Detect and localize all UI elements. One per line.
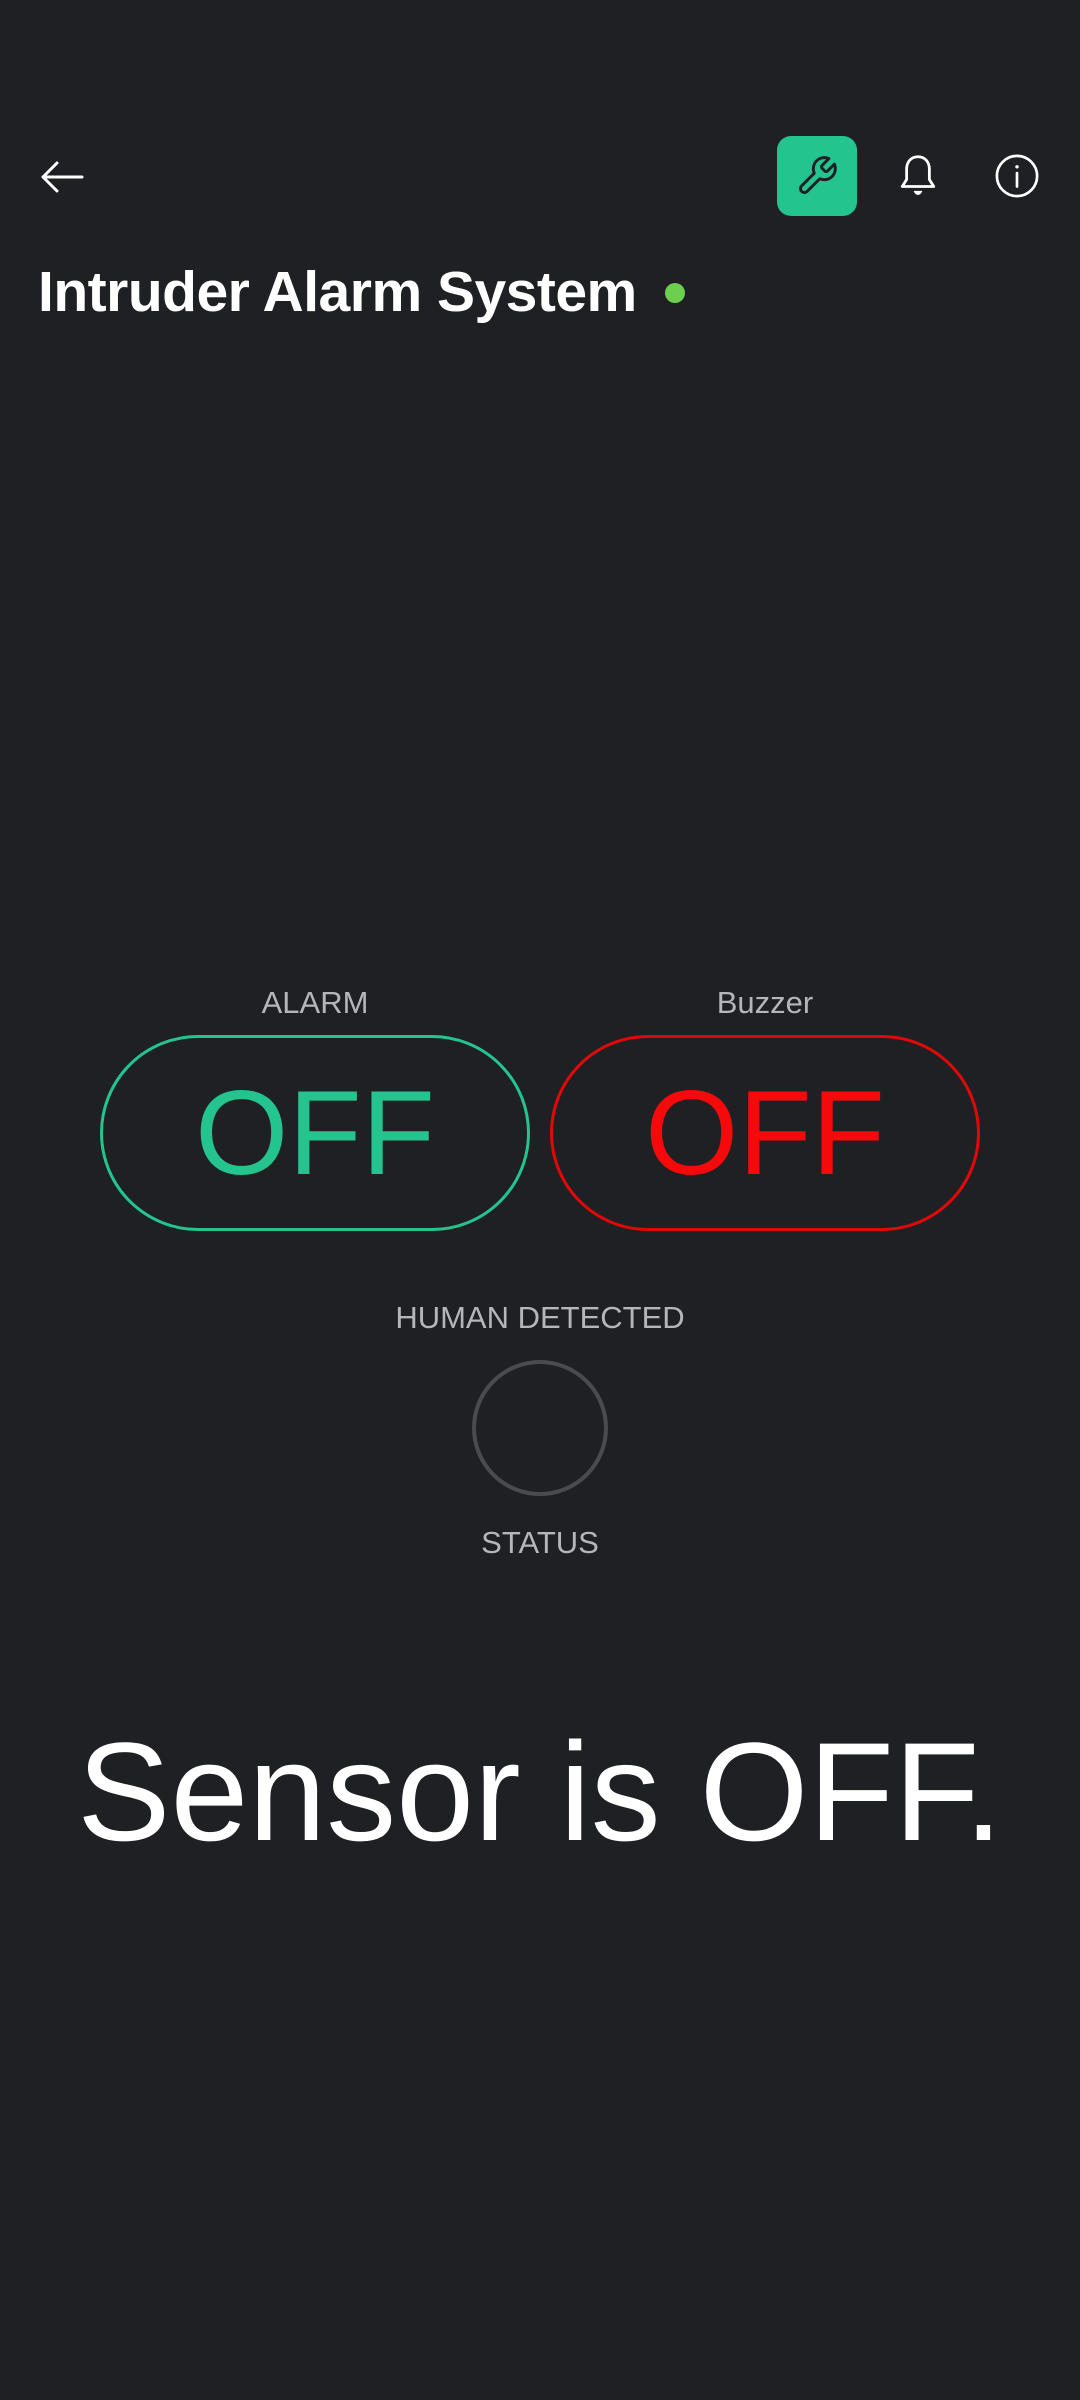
status-label: STATUS <box>481 1525 599 1560</box>
human-detected-label: HUMAN DETECTED <box>395 1300 685 1335</box>
arrow-left-icon <box>41 161 84 193</box>
alarm-switch[interactable]: OFF <box>100 1035 530 1231</box>
human-detected-led <box>472 1360 608 1496</box>
buzzer-label: Buzzer <box>716 985 814 1020</box>
page-title: Intruder Alarm System <box>38 260 637 324</box>
bell-icon <box>900 155 936 195</box>
title-row: Intruder Alarm System <box>38 252 685 332</box>
info-button[interactable] <box>977 136 1057 216</box>
back-button[interactable] <box>22 132 102 222</box>
wrench-icon <box>799 156 837 194</box>
settings-button[interactable] <box>777 136 857 216</box>
alarm-switch-value: OFF <box>195 1066 435 1200</box>
notifications-button[interactable] <box>878 136 958 216</box>
buzzer-switch[interactable]: OFF <box>550 1035 980 1231</box>
info-icon <box>995 154 1039 198</box>
sensor-status-display: Sensor is OFF. <box>77 1713 1003 1870</box>
alarm-label: ALARM <box>261 985 369 1020</box>
buzzer-switch-value: OFF <box>645 1066 885 1200</box>
online-status-dot <box>664 283 685 303</box>
